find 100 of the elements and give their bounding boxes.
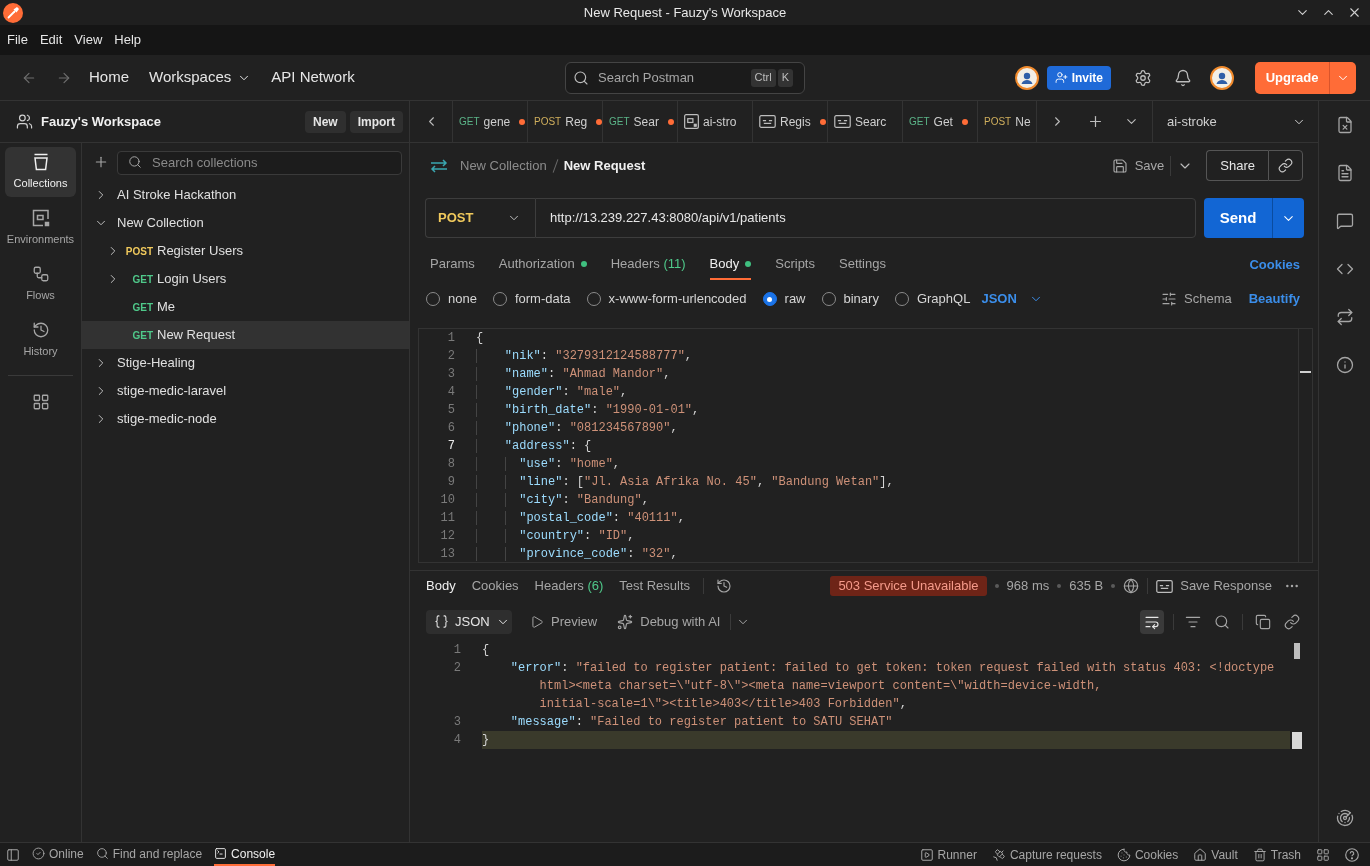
radio-label[interactable]: x-www-form-urlencoded [608, 289, 747, 309]
bucket-icon [31, 152, 50, 171]
save-button[interactable]: Save [1111, 155, 1165, 176]
schema-button[interactable]: Schema [1161, 289, 1232, 309]
request-tab[interactable]: GET Sear [602, 101, 677, 142]
request-section-tab[interactable]: Authorization [498, 250, 587, 280]
document-icon[interactable] [1335, 164, 1354, 182]
send-button[interactable]: Send [1204, 198, 1272, 238]
preview-button[interactable]: Preview [530, 611, 598, 632]
radio-label[interactable]: binary [843, 289, 879, 309]
link-icon[interactable] [1284, 613, 1300, 630]
invite-button[interactable]: Invite [1046, 65, 1111, 90]
sidebar-tab[interactable]: Environments [5, 203, 76, 253]
menu-item[interactable]: Edit [39, 30, 63, 50]
plus-icon[interactable] [93, 154, 109, 170]
response-tab[interactable]: Body [426, 576, 456, 596]
menu-item[interactable]: View [74, 30, 103, 50]
method-select[interactable]: POST [425, 198, 535, 238]
debug-button[interactable]: Debug with AI [617, 611, 721, 632]
info-icon[interactable] [1335, 356, 1354, 374]
environment-select[interactable]: ai-stroke [1152, 101, 1318, 142]
nav-dropdown[interactable]: Workspaces [149, 66, 252, 89]
sidebar-tab[interactable]: History [5, 315, 76, 365]
response-tab[interactable]: Test Results [619, 576, 691, 596]
save-response-button[interactable]: Save Response [1156, 576, 1272, 596]
tree-item[interactable]: GET New Request [82, 321, 409, 349]
comment-icon[interactable] [1335, 212, 1354, 230]
collection-icon [684, 114, 699, 129]
code-editor[interactable] [418, 328, 1313, 563]
method-tag: GET [132, 271, 153, 287]
menu-item[interactable]: Help [114, 30, 142, 50]
wrap-lines-button[interactable] [1140, 609, 1164, 634]
response-tab[interactable]: Headers (6) [534, 576, 604, 596]
sidebar-action-button[interactable]: New [304, 110, 346, 133]
radio-label[interactable]: GraphQL [916, 289, 971, 309]
trash-button[interactable]: Trash [1252, 845, 1301, 864]
request-section-tab[interactable]: Settings [839, 250, 886, 280]
share-button[interactable]: Share [1206, 150, 1268, 181]
request-tab[interactable]: GET gene [452, 101, 527, 142]
request-tab[interactable]: POST Reg [527, 101, 602, 142]
method-tag: GET [459, 114, 480, 129]
settings-icon[interactable] [1134, 68, 1152, 87]
console-button[interactable]: Console [214, 843, 276, 866]
copy-link-button[interactable] [1268, 150, 1303, 181]
response-tab[interactable]: Cookies [471, 576, 519, 596]
nav-link[interactable]: API Network [271, 66, 355, 89]
radio-label[interactable]: raw [784, 289, 806, 309]
copy-icon[interactable] [1255, 613, 1271, 630]
breadcrumb-link[interactable]: New Collection [460, 155, 547, 176]
history-icon[interactable] [716, 578, 733, 594]
bell-icon[interactable] [1174, 68, 1192, 87]
request-section-tab[interactable]: Params [430, 250, 475, 280]
request-tab[interactable]: GET Get [902, 101, 977, 142]
window-title: New Request - Fauzy's Workspace [583, 3, 787, 22]
request-section-tab[interactable]: Headers (11) [610, 250, 686, 280]
vault-button[interactable]: Vault [1193, 845, 1238, 864]
capture-requests-button[interactable]: Capture requests [991, 845, 1102, 864]
avatar-icon[interactable] [1210, 65, 1234, 90]
sidebar-action-button[interactable]: Import [349, 110, 403, 133]
avatar-icon[interactable] [1014, 65, 1039, 90]
search-field[interactable]: Search collections [117, 150, 402, 175]
request-tab[interactable]: Searc [827, 101, 902, 142]
cookies-button[interactable]: Cookies [1116, 845, 1179, 864]
workspace-name: Fauzy's Workspace [41, 112, 161, 131]
upgrade-options-button[interactable] [1329, 61, 1356, 94]
close-icon[interactable] [1347, 5, 1362, 20]
sidebar-tab[interactable]: Flows [5, 259, 76, 309]
radio-button[interactable] [762, 292, 777, 306]
terminal-icon [214, 847, 228, 860]
sidebar-tab[interactable]: Collections [5, 147, 76, 197]
request-tab[interactable]: ai-stro [677, 101, 752, 142]
search-icon[interactable] [1214, 613, 1230, 630]
method-tag: GET [132, 299, 153, 315]
view-select[interactable]: JSON [426, 609, 512, 634]
radio-label[interactable]: none [448, 289, 477, 309]
request-tab[interactable]: Regis [752, 101, 827, 142]
code-line: "province_code": "32", [476, 545, 678, 562]
request-tab[interactable]: POST Ne [977, 101, 1036, 142]
sidebar-toggle-icon[interactable] [6, 847, 20, 862]
nav-link[interactable]: Home [89, 66, 129, 89]
format-select[interactable]: JSON [981, 289, 1043, 309]
online-status[interactable]: Online [32, 843, 84, 866]
grid-icon[interactable] [1316, 847, 1330, 862]
menu-item[interactable]: File [7, 30, 28, 50]
find-replace-button[interactable]: Find and replace [95, 843, 203, 866]
sparkles-icon [617, 613, 634, 630]
request-section-tab[interactable]: Scripts [775, 250, 815, 280]
trash-icon [1252, 847, 1267, 862]
radio-label[interactable]: form-data [514, 289, 571, 309]
cookies-link[interactable]: Cookies [1249, 250, 1300, 280]
url-field[interactable]: http://13.239.227.43:8080/api/v1/patients [535, 198, 1196, 238]
radar-icon[interactable] [1335, 809, 1354, 827]
file-x-icon[interactable] [1335, 116, 1354, 134]
grid-icon[interactable] [31, 393, 50, 411]
request-section-tab[interactable]: Body [709, 250, 752, 280]
help-icon[interactable] [1345, 847, 1359, 862]
runner-button[interactable]: Runner [919, 845, 977, 864]
beautify-button[interactable]: Beautify [1248, 289, 1300, 309]
globe-icon[interactable] [1123, 578, 1140, 594]
arrows-icon[interactable] [1335, 308, 1354, 326]
